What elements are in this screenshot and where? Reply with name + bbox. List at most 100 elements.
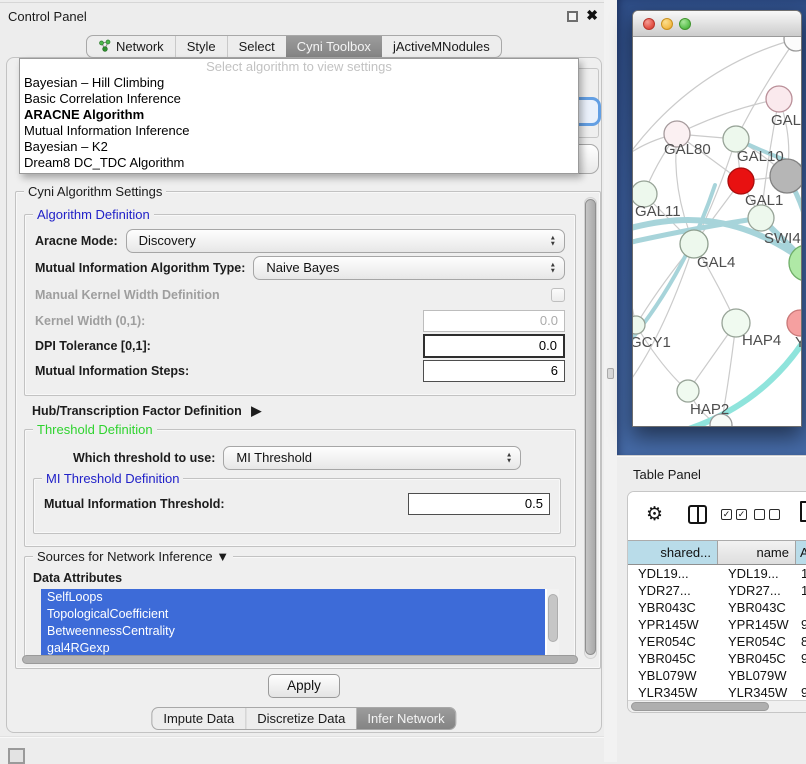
table-cell[interactable]: YPR145W — [628, 616, 718, 633]
gear-icon[interactable]: ⚙ — [646, 503, 663, 525]
algorithm-option[interactable]: Bayesian – Hill Climbing — [20, 75, 578, 91]
tab-jactivemnodules[interactable]: jActiveMNodules — [382, 36, 501, 57]
divider-handle-icon[interactable] — [607, 368, 614, 379]
network-node-y[interactable] — [787, 310, 801, 336]
table-cell[interactable]: YDL19... — [718, 565, 796, 582]
table-row[interactable]: YPR145WYPR145W9. — [628, 616, 806, 633]
bottom-divider — [0, 736, 617, 738]
scrollbar-thumb[interactable] — [548, 594, 558, 642]
table-cell[interactable] — [796, 599, 806, 616]
chevron-updown-icon: ▲▼ — [550, 263, 556, 274]
minimize-traffic-light[interactable] — [661, 18, 673, 30]
window-titlebar[interactable] — [633, 11, 801, 37]
table-row[interactable]: YBR043CYBR043C — [628, 599, 806, 616]
columns-icon[interactable] — [688, 505, 707, 524]
table-cell[interactable]: YBL079W — [628, 667, 718, 684]
tab-style[interactable]: Style — [175, 36, 227, 57]
scrollbar-thumb[interactable] — [631, 702, 769, 711]
attribute-item[interactable]: TopologicalCoefficient — [41, 606, 545, 623]
table-row[interactable]: YER054CYER054C8. — [628, 633, 806, 650]
network-canvas[interactable]: GALGAL80GAL10GAL1GAL11SWI4GAL4GCY1HAP4YH… — [633, 37, 801, 427]
column-header-clipped[interactable]: A — [796, 541, 806, 564]
algorithm-option[interactable]: Bayesian – K2 — [20, 139, 578, 155]
scrollbar-thumb[interactable] — [22, 655, 578, 664]
chevron-updown-icon: ▲▼ — [506, 453, 512, 464]
hub-definition-expander[interactable]: Hub/Transcription Factor Definition ▶ — [32, 403, 261, 419]
split-divider[interactable] — [604, 0, 617, 762]
unchecked-pair-icon[interactable] — [754, 509, 780, 520]
tab-select[interactable]: Select — [227, 36, 286, 57]
table-cell[interactable]: 9. — [796, 650, 806, 667]
table-row[interactable]: YDL19...YDL19...13 — [628, 565, 806, 582]
table-cell[interactable]: YBR043C — [718, 599, 796, 616]
algorithm-option[interactable]: Mutual Information Inference — [20, 123, 578, 139]
column-header-name[interactable]: name — [718, 541, 796, 564]
bottom-tab-discretize-data[interactable]: Discretize Data — [245, 708, 356, 729]
close-traffic-light[interactable] — [643, 18, 655, 30]
network-node-gal1[interactable] — [728, 168, 754, 194]
attribute-item[interactable]: SelfLoops — [41, 589, 545, 606]
which-threshold-value: MI Threshold — [236, 450, 312, 465]
table-cell[interactable]: 9. — [796, 616, 806, 633]
which-threshold-label: Which threshold to use: — [73, 451, 215, 465]
settings-horizontal-scrollbar[interactable] — [22, 655, 578, 665]
table-horizontal-scrollbar[interactable] — [628, 700, 806, 712]
table-row[interactable]: YBL079WYBL079W — [628, 667, 806, 684]
mi-type-combo[interactable]: Naive Bayes ▲▼ — [253, 256, 565, 280]
algorithm-option[interactable]: Basic Correlation Inference — [20, 91, 578, 107]
algorithm-option[interactable]: Dream8 DC_TDC Algorithm — [20, 155, 578, 171]
mi-steps-field[interactable]: 6 — [423, 360, 565, 382]
table-cell[interactable]: YBR043C — [628, 599, 718, 616]
checked-pair-icon[interactable]: ✓✓ — [721, 509, 747, 520]
table-cell[interactable] — [796, 667, 806, 684]
network-window[interactable]: GALGAL80GAL10GAL1GAL11SWI4GAL4GCY1HAP4YH… — [632, 10, 802, 427]
table-cell[interactable]: YDL19... — [628, 565, 718, 582]
tab-network[interactable]: Network — [87, 36, 175, 57]
tab-cyni-toolbox[interactable]: Cyni Toolbox — [286, 36, 382, 57]
table-cell[interactable]: YLR345W — [718, 684, 796, 701]
apply-button[interactable]: Apply — [268, 674, 340, 698]
table-row[interactable]: YDR27...YDR27...12 — [628, 582, 806, 599]
attribute-list-scrollbar[interactable] — [547, 589, 559, 659]
group-title: Algorithm Definition — [33, 207, 154, 222]
attribute-rows: SelfLoopsTopologicalCoefficientBetweenne… — [41, 589, 559, 657]
table-cell[interactable]: YDR27... — [718, 582, 796, 599]
table-cell[interactable]: 13 — [796, 565, 806, 582]
network-node[interactable] — [784, 37, 801, 51]
zoom-traffic-light[interactable] — [679, 18, 691, 30]
network-node-gcy1[interactable] — [633, 316, 645, 334]
column-header-shared-name[interactable]: shared... — [628, 541, 718, 564]
mi-threshold-field[interactable]: 0.5 — [408, 493, 550, 515]
table-cell[interactable]: 9. — [796, 684, 806, 701]
table-row[interactable]: YBR045CYBR045C9. — [628, 650, 806, 667]
table-cell[interactable]: YLR345W — [628, 684, 718, 701]
node-table-card: ⚙ ✓✓ shared... name A YDL19...YDL19...13… — [627, 491, 806, 713]
network-node-hap2[interactable] — [677, 380, 699, 402]
table-cell[interactable]: YDR27... — [628, 582, 718, 599]
aracne-mode-combo[interactable]: Discovery ▲▼ — [126, 229, 565, 253]
table-cell[interactable]: YER054C — [628, 633, 718, 650]
node-label: GAL4 — [697, 254, 735, 271]
scrollbar-thumb[interactable] — [585, 199, 596, 655]
table-cell[interactable]: YPR145W — [718, 616, 796, 633]
table-cell[interactable]: 8. — [796, 633, 806, 650]
close-icon[interactable]: ✖ — [586, 7, 598, 24]
dpi-tolerance-field[interactable]: 0.0 — [423, 334, 565, 358]
table-cell[interactable]: YBR045C — [628, 650, 718, 667]
bottom-tab-impute-data[interactable]: Impute Data — [152, 708, 245, 729]
settings-vertical-scrollbar[interactable] — [584, 197, 597, 659]
table-cell[interactable]: 12 — [796, 582, 806, 599]
network-node-gal[interactable] — [766, 86, 792, 112]
bottom-tab-infer-network[interactable]: Infer Network — [356, 708, 455, 729]
table-cell[interactable]: YBR045C — [718, 650, 796, 667]
table-row[interactable]: YLR345WYLR345W9. — [628, 684, 806, 701]
which-threshold-combo[interactable]: MI Threshold ▲▼ — [223, 446, 521, 470]
sources-title: Sources for Network Inference — [37, 549, 213, 564]
algorithm-option[interactable]: ARACNE Algorithm — [20, 107, 578, 123]
table-cell[interactable]: YER054C — [718, 633, 796, 650]
document-icon[interactable] — [800, 501, 806, 522]
sources-collapse-header[interactable]: Sources for Network Inference ▼ — [33, 549, 233, 564]
attribute-item[interactable]: BetweennessCentrality — [41, 623, 545, 640]
float-window-icon[interactable] — [567, 11, 578, 22]
table-cell[interactable]: YBL079W — [718, 667, 796, 684]
